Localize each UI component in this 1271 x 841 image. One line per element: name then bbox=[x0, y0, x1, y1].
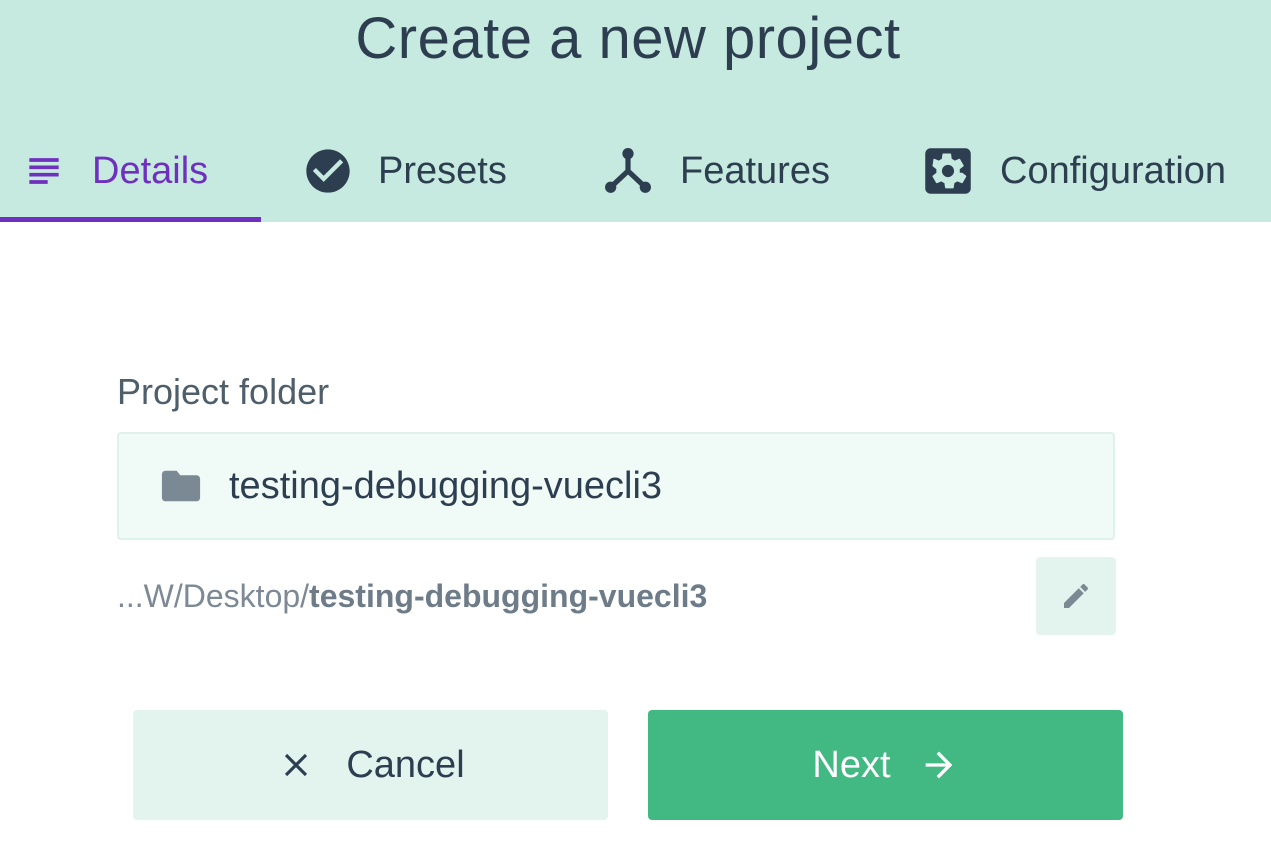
cancel-label: Cancel bbox=[346, 744, 465, 786]
subject-icon bbox=[18, 145, 70, 197]
project-folder-input[interactable]: testing-debugging-vuecli3 bbox=[117, 432, 1115, 540]
header: Create a new project Details Presets Fea… bbox=[0, 0, 1271, 222]
active-tab-indicator bbox=[0, 217, 261, 222]
next-button[interactable]: Next bbox=[648, 710, 1123, 820]
path-prefix: ...W/Desktop/ bbox=[117, 578, 310, 614]
settings-icon bbox=[922, 145, 974, 197]
call-split-icon bbox=[602, 145, 654, 197]
page-title: Create a new project bbox=[355, 6, 901, 71]
path-folder-name: testing-debugging-vuecli3 bbox=[309, 578, 708, 614]
tab-features[interactable]: Features bbox=[602, 120, 830, 222]
tab-bar: Details Presets Features Configuration bbox=[0, 120, 1271, 222]
tab-features-label: Features bbox=[680, 150, 830, 192]
tab-configuration-label: Configuration bbox=[1000, 150, 1227, 192]
tab-presets-label: Presets bbox=[378, 150, 507, 192]
project-folder-value: testing-debugging-vuecli3 bbox=[229, 465, 663, 507]
close-icon bbox=[276, 745, 316, 785]
pencil-icon bbox=[1060, 580, 1092, 612]
edit-path-button[interactable] bbox=[1036, 557, 1116, 635]
next-label: Next bbox=[812, 744, 891, 786]
check-circle-icon bbox=[302, 145, 354, 197]
folder-icon bbox=[159, 468, 203, 504]
cancel-button[interactable]: Cancel bbox=[133, 710, 608, 820]
tab-presets[interactable]: Presets bbox=[302, 120, 507, 222]
tab-details-label: Details bbox=[92, 150, 209, 192]
project-path: ...W/Desktop/testing-debugging-vuecli3 bbox=[117, 576, 707, 616]
arrow-right-icon bbox=[919, 745, 959, 785]
tab-configuration[interactable]: Configuration bbox=[922, 120, 1226, 222]
tab-details[interactable]: Details bbox=[18, 120, 208, 222]
project-folder-label: Project folder bbox=[117, 371, 330, 412]
